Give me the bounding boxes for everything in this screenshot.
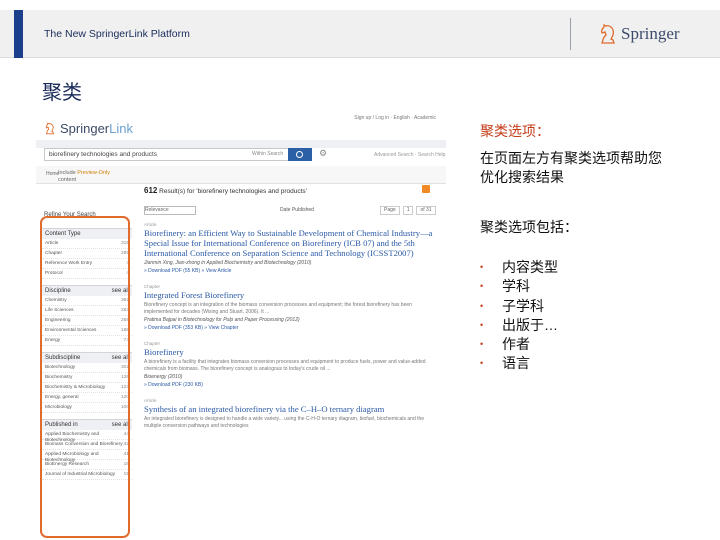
slide-header: The New SpringerLink Platform Springer	[0, 10, 720, 58]
list-item: • 子学科	[480, 297, 544, 314]
result-source: Bioenergy (2010)	[144, 374, 183, 380]
include-preview-toggle[interactable]: Include Preview-Only content	[58, 170, 110, 184]
facet-item[interactable]: Protocol 4	[42, 269, 132, 279]
date-published-filter[interactable]: Date Published	[280, 207, 314, 213]
facet-item[interactable]: Applied Biochemistry and Biotechnology 44	[42, 430, 132, 443]
horse-chess-icon	[600, 23, 615, 44]
header-title: The New SpringerLink Platform	[44, 28, 190, 40]
annotation-body: 在页面左方有聚类选项帮助您 优化搜索结果	[480, 150, 662, 185]
facet-item[interactable]: Environmental Sciences 186	[42, 326, 132, 336]
result-type: Chapter	[144, 284, 161, 289]
page-of: of 31	[416, 206, 436, 215]
top-links[interactable]: Sign up / Log in · English · Academic	[354, 115, 436, 121]
result-download-link[interactable]: » Download PDF (230 KB)	[144, 382, 440, 388]
advanced-search-link[interactable]: Advanced Search · Search Help	[374, 152, 445, 158]
header-accent-bar	[14, 10, 23, 58]
result-item: Chapter Biorefinery A biorefinery is a f…	[144, 341, 440, 388]
logo-text: Springer	[621, 24, 680, 43]
annotation-options-heading: 聚类选项包括：	[480, 219, 578, 235]
result-title[interactable]: Biorefinery	[144, 347, 440, 357]
header-rule	[36, 140, 446, 148]
result-download-link[interactable]: » Download PDF (353 KB) » View Chapter	[144, 325, 440, 331]
search-button[interactable]	[288, 148, 312, 161]
result-title[interactable]: Integrated Forest Biorefinery	[144, 290, 440, 300]
facet-discipline[interactable]: Discipline see all	[42, 285, 132, 296]
facet-item[interactable]: Energy, general 120	[42, 393, 132, 403]
springer-logo: Springer	[598, 23, 680, 45]
annotation-title: 聚类选项：	[480, 123, 550, 139]
facet-item[interactable]: Biochemistry & Microbiology 123	[42, 383, 132, 393]
facet-subdiscipline[interactable]: Subdiscipline see all	[42, 352, 132, 363]
result-item: Chapter Integrated Forest Biorefinery Bi…	[144, 284, 440, 331]
result-item: Article Biorefinery: an Efficient Way to…	[144, 222, 440, 274]
facet-content-type[interactable]: Content Type	[42, 228, 132, 239]
result-snippet: An integrated biorefinery is designed to…	[144, 416, 425, 429]
rss-icon[interactable]	[422, 185, 430, 193]
result-source: Pratima Bajpai in Biotechnology for Pulp…	[144, 317, 300, 323]
facet-item[interactable]: Biomass Conversion and Biorefinery 42	[42, 440, 132, 450]
facet-item[interactable]: Microbiology 100	[42, 403, 132, 413]
search-within-label: Within Search	[252, 151, 284, 157]
result-download-link[interactable]: » Download PDF (55 KB) » View Article	[144, 268, 440, 274]
header-divider	[570, 18, 571, 50]
slide-title: 聚类	[42, 82, 82, 104]
facet-item[interactable]: Journal of Industrial Microbiology 15	[42, 470, 132, 480]
facet-item[interactable]: Applied Microbiology and Biotechnology 41	[42, 450, 132, 463]
result-type: Chapter	[144, 341, 161, 346]
result-type: Article	[144, 398, 157, 403]
result-source: Jianmin Xing, Jian-zhong in Applied Bioc…	[144, 260, 312, 266]
result-snippet: Biorefinery concept is an integration of…	[144, 302, 412, 315]
facet-item[interactable]: Biochemistry 126	[42, 373, 132, 383]
pagination: Page 1 of 31	[380, 206, 439, 215]
result-title[interactable]: Biorefinery: an Efficient Way to Sustain…	[144, 228, 440, 258]
results-toolbar: Relevance Date Published Page 1 of 31	[144, 206, 440, 218]
list-item: • 出版于…	[480, 316, 558, 333]
facet-item[interactable]: Reference Work Entry 4	[42, 259, 132, 269]
result-type: Article	[144, 222, 157, 227]
sort-select[interactable]: Relevance	[144, 206, 196, 215]
cluster-options-list: • 内容类型 • 学科 • 子学科 • 出版于… • 作者 • 语言	[480, 258, 558, 374]
page-label: Page	[380, 206, 400, 215]
facet-item[interactable]: Chapter 289	[42, 249, 132, 259]
facet-published-in[interactable]: Published in see all	[42, 419, 132, 430]
facet-item[interactable]: Energy 74	[42, 336, 132, 346]
facet-item[interactable]: Engineering 258	[42, 316, 132, 326]
facet-item[interactable]: Article 315	[42, 239, 132, 249]
springerlink-logo[interactable]: SpringerLink	[44, 121, 133, 136]
list-item: • 作者	[480, 336, 530, 353]
list-item: • 内容类型	[480, 259, 558, 275]
facet-item[interactable]: Biotechnology 302	[42, 363, 132, 373]
list-item: • 语言	[480, 355, 530, 372]
results-header: 612 Result(s) for 'biorefinery technolog…	[144, 186, 307, 195]
gear-icon[interactable]: ⚙	[319, 148, 327, 159]
result-snippet: A biorefinery is a facility that integra…	[144, 359, 426, 372]
facet-item[interactable]: Chemistry 392	[42, 296, 132, 306]
springerlink-screenshot: Sign up / Log in · English · Academic Sp…	[36, 112, 446, 540]
facet-item[interactable]: BioEnergy Research 16	[42, 460, 132, 470]
result-item: Article Synthesis of an integrated biore…	[144, 398, 440, 429]
list-item: • 学科	[480, 278, 530, 295]
result-title[interactable]: Synthesis of an integrated biorefinery v…	[144, 404, 440, 414]
refine-title: Refine Your Search	[44, 212, 96, 218]
results-list: Article Biorefinery: an Efficient Way to…	[144, 222, 440, 439]
page-input[interactable]: 1	[402, 206, 414, 215]
springerlink-logo-text: SpringerLink	[60, 121, 133, 136]
refine-sidebar: Refine Your Search Content Type Article 3…	[42, 210, 132, 540]
facet-item[interactable]: Life Sciences 283	[42, 306, 132, 316]
horse-chess-icon	[45, 122, 55, 135]
